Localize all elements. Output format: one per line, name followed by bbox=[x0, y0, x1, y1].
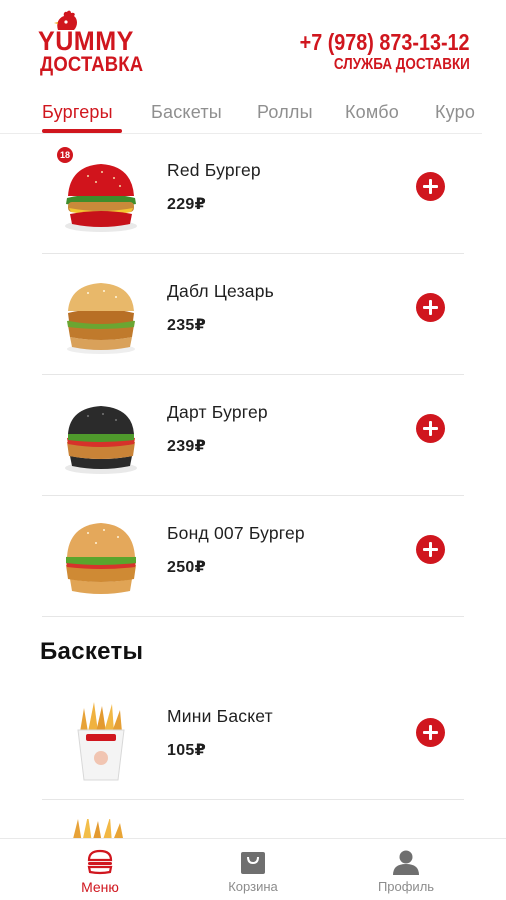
product-price: 229₽ bbox=[167, 196, 207, 213]
section-title-baskets: Баскеты bbox=[40, 638, 144, 665]
product-name: Дабл Цезарь bbox=[167, 281, 274, 301]
burger-icon bbox=[87, 849, 113, 875]
product-item[interactable]: Дабл Цезарь 235₽ bbox=[42, 255, 464, 375]
product-price: 239₽ bbox=[167, 438, 207, 455]
add-to-cart-button[interactable] bbox=[416, 293, 445, 322]
bond-007-burger-image[interactable] bbox=[58, 515, 144, 599]
nav-menu[interactable]: Меню bbox=[16, 839, 184, 900]
tab-chicken[interactable]: Куро bbox=[435, 102, 475, 123]
bottom-navigation: Меню Корзина Профиль bbox=[0, 838, 506, 900]
tab-rolls[interactable]: Роллы bbox=[257, 102, 313, 123]
product-item[interactable]: Бонд 007 Бургер 250₽ bbox=[42, 497, 464, 617]
tab-combo[interactable]: Комбо bbox=[345, 102, 399, 123]
add-to-cart-button[interactable] bbox=[416, 172, 445, 201]
delivery-service-label: СЛУЖБА ДОСТАВКИ bbox=[334, 56, 470, 73]
product-list[interactable]: 18 Red Бургер 229₽ Дабл Цезарь 235₽ Дарт… bbox=[0, 134, 506, 840]
red-burger-image[interactable] bbox=[58, 152, 144, 236]
nav-label: Корзина bbox=[228, 879, 278, 894]
add-to-cart-button[interactable] bbox=[416, 718, 445, 747]
nav-label: Профиль bbox=[377, 879, 435, 894]
nav-label: Меню bbox=[81, 879, 119, 895]
basket-image[interactable] bbox=[58, 819, 144, 840]
phone-number[interactable]: +7 (978) 873-13-12 bbox=[300, 29, 470, 55]
yummy-logo: YUMMY ДОСТАВКА bbox=[38, 10, 148, 76]
product-price: 235₽ bbox=[167, 317, 207, 334]
age-badge: 18 bbox=[57, 147, 73, 163]
dart-burger-image[interactable] bbox=[58, 394, 144, 478]
nav-profile[interactable]: Профиль bbox=[322, 839, 490, 900]
logo-text-yummy: YUMMY bbox=[38, 26, 134, 56]
bag-icon bbox=[241, 852, 265, 874]
tab-burgers[interactable]: Бургеры bbox=[42, 102, 113, 123]
product-name: Дарт Бургер bbox=[167, 402, 268, 422]
product-name: Мини Баскет bbox=[167, 706, 273, 726]
add-to-cart-button[interactable] bbox=[416, 414, 445, 443]
nav-cart[interactable]: Корзина bbox=[169, 839, 337, 900]
double-caesar-burger-image[interactable] bbox=[58, 273, 144, 357]
product-item[interactable]: 18 Red Бургер 229₽ bbox=[42, 134, 464, 254]
product-item[interactable]: Дарт Бургер 239₽ bbox=[42, 376, 464, 496]
product-item[interactable] bbox=[42, 801, 464, 840]
logo-text-delivery: ДОСТАВКА bbox=[40, 53, 144, 76]
header: YUMMY ДОСТАВКА +7 (978) 873-13-12 СЛУЖБА… bbox=[0, 0, 506, 92]
user-icon bbox=[393, 850, 419, 875]
product-item[interactable]: Мини Баскет 105₽ bbox=[42, 680, 464, 800]
tab-baskets[interactable]: Баскеты bbox=[151, 102, 222, 123]
product-name: Red Бургер bbox=[167, 160, 261, 180]
active-tab-indicator bbox=[42, 129, 122, 133]
product-price: 250₽ bbox=[167, 559, 207, 576]
add-to-cart-button[interactable] bbox=[416, 535, 445, 564]
product-name: Бонд 007 Бургер bbox=[167, 523, 305, 543]
product-price: 105₽ bbox=[167, 742, 207, 759]
category-tabs: Бургеры Баскеты Роллы Комбо Куро bbox=[0, 92, 482, 134]
mini-basket-image[interactable] bbox=[58, 698, 144, 782]
